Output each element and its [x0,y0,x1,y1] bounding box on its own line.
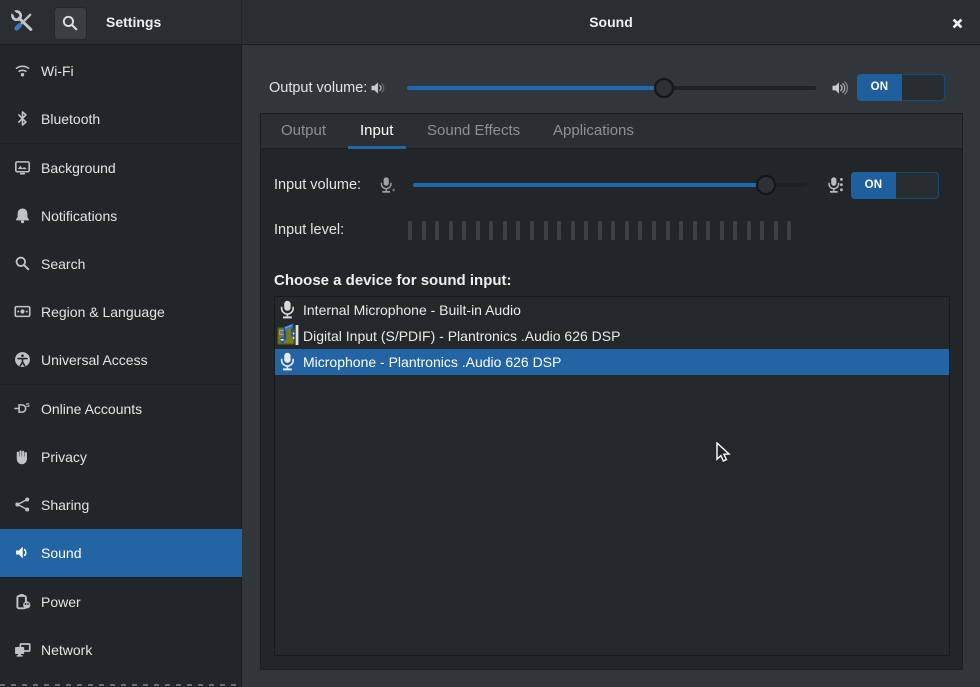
svg-text:s: s [26,400,30,409]
